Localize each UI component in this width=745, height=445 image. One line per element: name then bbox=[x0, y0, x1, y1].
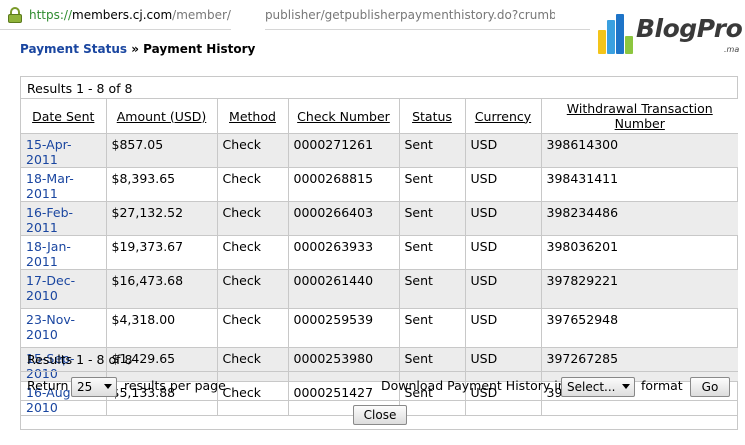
payment-history-panel: Results 1 - 8 of 8 Date Sent Amount (USD… bbox=[20, 76, 738, 430]
amount-cell: $8,393.65 bbox=[106, 167, 218, 202]
logo-text: BlogPro bbox=[636, 14, 743, 43]
status-cell: Sent bbox=[399, 201, 466, 236]
status-cell: Sent bbox=[399, 269, 466, 309]
status-cell: Sent bbox=[399, 167, 466, 202]
status-cell: Sent bbox=[399, 235, 466, 270]
chevron-down-icon bbox=[622, 384, 630, 389]
date-link[interactable]: 18-Mar-2011 bbox=[21, 167, 107, 202]
method-cell: Check bbox=[217, 133, 289, 168]
check-number-cell: 0000259539 bbox=[288, 308, 400, 348]
url-path-end: publisher/getpublisherpaymenthistory.do?… bbox=[264, 7, 555, 22]
check-number-cell: 0000263933 bbox=[288, 235, 400, 270]
table-header-row: Date Sent Amount (USD) Method Check Numb… bbox=[21, 98, 738, 134]
chevron-down-icon bbox=[104, 384, 112, 389]
withdrawal-number-cell: 398036201 bbox=[541, 235, 738, 270]
currency-cell: USD bbox=[465, 235, 542, 270]
header-amount[interactable]: Amount (USD) bbox=[106, 98, 218, 134]
address-bar[interactable]: https://members.cj.com/member/ publisher… bbox=[0, 0, 590, 30]
check-number-cell: 0000261440 bbox=[288, 269, 400, 309]
lock-icon bbox=[8, 6, 22, 23]
date-link[interactable]: 18-Jan-2011 bbox=[21, 235, 107, 270]
table-row: 15-Apr-2011 $857.05 Check 0000271261 Sen… bbox=[21, 133, 738, 168]
currency-cell: USD bbox=[465, 133, 542, 168]
amount-cell: $857.05 bbox=[106, 133, 218, 168]
per-page-select[interactable]: 25 bbox=[71, 377, 117, 397]
per-page-value: 25 bbox=[77, 380, 93, 394]
status-cell: Sent bbox=[399, 133, 466, 168]
header-check-number[interactable]: Check Number bbox=[288, 98, 400, 134]
amount-cell: $4,318.00 bbox=[106, 308, 218, 348]
currency-cell: USD bbox=[465, 167, 542, 202]
header-date-sent[interactable]: Date Sent bbox=[21, 98, 107, 134]
bar-chart-icon bbox=[598, 14, 633, 54]
check-number-cell: 0000266403 bbox=[288, 201, 400, 236]
table-row: 17-Dec-2010 $16,473.68 Check 0000261440 … bbox=[21, 269, 738, 309]
withdrawal-number-cell: 398234486 bbox=[541, 201, 738, 236]
table-row: 16-Feb-2011 $27,132.52 Check 0000266403 … bbox=[21, 201, 738, 236]
date-link[interactable]: 17-Dec-2010 bbox=[21, 269, 107, 309]
date-link[interactable]: 15-Apr-2011 bbox=[21, 133, 107, 168]
table-controls: Return 25 results per page Download Paym… bbox=[21, 371, 738, 401]
format-label: format bbox=[641, 378, 683, 393]
url-path-start: /member/ bbox=[172, 7, 231, 22]
format-select[interactable]: Select... bbox=[561, 377, 635, 397]
header-currency[interactable]: Currency bbox=[465, 98, 542, 134]
download-label: Download Payment History in bbox=[381, 378, 566, 393]
header-status[interactable]: Status bbox=[399, 98, 466, 134]
check-number-cell: 0000268815 bbox=[288, 167, 400, 202]
header-method[interactable]: Method bbox=[217, 98, 289, 134]
method-cell: Check bbox=[217, 269, 289, 309]
method-cell: Check bbox=[217, 308, 289, 348]
breadcrumb-payment-status[interactable]: Payment Status bbox=[20, 42, 127, 56]
go-button[interactable]: Go bbox=[690, 377, 730, 397]
results-count-top: Results 1 - 8 of 8 bbox=[27, 81, 133, 96]
format-value: Select... bbox=[567, 380, 616, 394]
blogpro-logo: BlogPro .ma bbox=[596, 8, 743, 64]
close-button[interactable]: Close bbox=[353, 405, 407, 425]
url-text-start: https://members.cj.com/member/ bbox=[29, 8, 231, 22]
currency-cell: USD bbox=[465, 308, 542, 348]
table-row: 23-Nov-2010 $4,318.00 Check 0000259539 S… bbox=[21, 308, 738, 348]
check-number-cell: 0000271261 bbox=[288, 133, 400, 168]
breadcrumb-separator: » bbox=[131, 42, 139, 56]
withdrawal-number-cell: 397652948 bbox=[541, 308, 738, 348]
return-label: Return bbox=[27, 378, 69, 393]
date-link[interactable]: 23-Nov-2010 bbox=[21, 308, 107, 348]
url-scheme: https:// bbox=[29, 7, 73, 22]
results-count-bottom: Results 1 - 8 of 8 bbox=[27, 352, 133, 367]
withdrawal-number-cell: 397829221 bbox=[541, 269, 738, 309]
method-cell: Check bbox=[217, 201, 289, 236]
currency-cell: USD bbox=[465, 269, 542, 309]
method-cell: Check bbox=[217, 167, 289, 202]
table-row: 18-Mar-2011 $8,393.65 Check 0000268815 S… bbox=[21, 167, 738, 202]
url-redacted-gap bbox=[230, 0, 265, 30]
header-withdrawal-number[interactable]: Withdrawal Transaction Number bbox=[541, 98, 738, 134]
table-row: 18-Jan-2011 $19,373.67 Check 0000263933 … bbox=[21, 235, 738, 270]
breadcrumb-current: Payment History bbox=[143, 42, 256, 56]
withdrawal-number-cell: 398614300 bbox=[541, 133, 738, 168]
method-cell: Check bbox=[217, 235, 289, 270]
breadcrumb: Payment Status » Payment History bbox=[20, 42, 255, 56]
payment-history-table: Date Sent Amount (USD) Method Check Numb… bbox=[21, 98, 738, 416]
withdrawal-number-cell: 398431411 bbox=[541, 167, 738, 202]
amount-cell: $27,132.52 bbox=[106, 201, 218, 236]
logo-subtext: .ma bbox=[724, 45, 740, 54]
per-page-label: results per page bbox=[124, 378, 226, 393]
amount-cell: $19,373.67 bbox=[106, 235, 218, 270]
currency-cell: USD bbox=[465, 201, 542, 236]
amount-cell: $16,473.68 bbox=[106, 269, 218, 309]
url-host: members.cj.com bbox=[72, 7, 173, 22]
status-cell: Sent bbox=[399, 308, 466, 348]
date-link[interactable]: 16-Feb-2011 bbox=[21, 201, 107, 236]
